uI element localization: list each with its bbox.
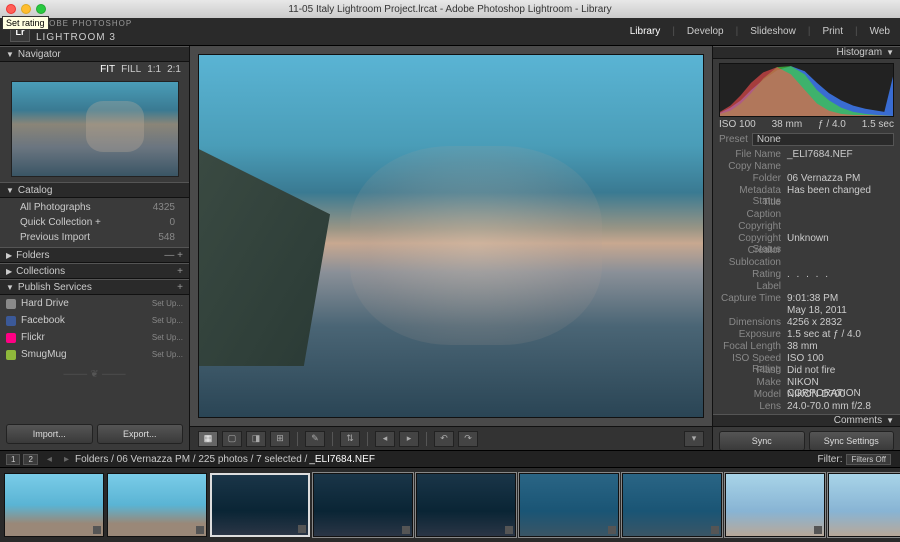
comments-header[interactable]: Comments▼ (713, 414, 900, 427)
second-window-toggle[interactable]: 2 (23, 454, 37, 465)
publish-flickr[interactable]: FlickrSet Up... (0, 329, 189, 346)
histo-focal: 38 mm (772, 119, 803, 130)
meta-copyright[interactable] (787, 221, 894, 231)
prev-photo-button[interactable]: ◂ (375, 431, 395, 447)
navigator-thumbnail[interactable] (11, 81, 179, 177)
loupe-view-button[interactable]: ▢ (222, 431, 242, 447)
module-web[interactable]: Web (870, 26, 890, 37)
main-window-toggle[interactable]: 1 (6, 454, 20, 465)
grid-view-button[interactable]: ▦ (198, 431, 218, 447)
publish-header[interactable]: ▼Publish Services+ (0, 279, 189, 295)
rotate-cw-button[interactable]: ↷ (458, 431, 478, 447)
filmstrip-thumb[interactable] (622, 473, 722, 537)
breadcrumb-file: _ELI7684.NEF (309, 454, 375, 465)
meta-rating[interactable]: . . . . . (787, 269, 894, 279)
publish-smugmug[interactable]: SmugMugSet Up... (0, 346, 189, 363)
survey-view-button[interactable]: ⊞ (270, 431, 290, 447)
meta-title[interactable] (787, 197, 894, 207)
catalog-header[interactable]: ▼Catalog (0, 182, 189, 198)
meta-exposure: 1.5 sec at ƒ / 4.0 (787, 329, 894, 339)
nav-fill[interactable]: FILL (121, 64, 141, 75)
histogram-header[interactable]: Histogram▼ (713, 46, 900, 59)
histo-shutter: 1.5 sec (862, 119, 894, 130)
meta-copyright-status[interactable]: Unknown (787, 233, 894, 243)
loupe-toolbar: ▦ ▢ ◨ ⊞ ✎ ⇅ ◂ ▸ ↶ ↷ ▾ (190, 426, 712, 450)
meta-sublocation[interactable] (787, 257, 894, 267)
collections-header[interactable]: ▶Collections+ (0, 263, 189, 279)
catalog-quick-collection[interactable]: Quick Collection +0 (0, 215, 189, 230)
catalog-previous-import[interactable]: Previous Import548 (0, 230, 189, 245)
histo-aperture: ƒ / 4.0 (818, 119, 846, 130)
preset-label: Preset (719, 134, 748, 145)
publish-hard-drive[interactable]: Hard DriveSet Up... (0, 295, 189, 312)
filmstrip-thumb[interactable] (416, 473, 516, 537)
nav-2to1[interactable]: 2:1 (167, 64, 181, 75)
sync-button[interactable]: Sync (719, 431, 805, 451)
meta-folder[interactable]: 06 Vernazza PM (787, 173, 894, 183)
main-photo-preview[interactable] (198, 54, 704, 418)
meta-capture-time[interactable]: 9:01:38 PM (787, 293, 894, 303)
meta-flash: Did not fire (787, 365, 894, 375)
breadcrumb-back[interactable]: ◂ (47, 454, 52, 465)
meta-model: NIKON D700 (787, 389, 894, 399)
panel-ornament: ⸻ ❦ ⸻ (0, 363, 189, 381)
export-button[interactable]: Export... (97, 424, 184, 444)
meta-iso: ISO 100 (787, 353, 894, 363)
meta-caption[interactable] (787, 209, 894, 219)
meta-lens: 24.0-70.0 mm f/2.8 (787, 401, 894, 411)
meta-filename[interactable]: _ELI7684.NEF (787, 149, 894, 159)
filmstrip-thumb[interactable] (107, 473, 207, 537)
publish-facebook[interactable]: FacebookSet Up... (0, 312, 189, 329)
module-print[interactable]: Print (822, 26, 843, 37)
catalog-all-photographs[interactable]: All Photographs4325 (0, 200, 189, 215)
filter-label: Filter: (817, 454, 842, 465)
filmstrip-thumb[interactable] (828, 473, 900, 537)
filmstrip-thumb[interactable] (4, 473, 104, 537)
filter-dropdown[interactable]: Filters Off (846, 454, 891, 465)
breadcrumb-path[interactable]: Folders / 06 Vernazza PM / 225 photos / … (75, 454, 307, 465)
tooltip: Set rating (2, 16, 49, 30)
painter-tool[interactable]: ✎ (305, 431, 325, 447)
module-library[interactable]: Library (630, 26, 661, 37)
filmstrip-thumb[interactable] (519, 473, 619, 537)
sort-direction[interactable]: ⇅ (340, 431, 360, 447)
meta-creator[interactable] (787, 245, 894, 255)
next-photo-button[interactable]: ▸ (399, 431, 419, 447)
nav-1to1[interactable]: 1:1 (147, 64, 161, 75)
sync-settings-button[interactable]: Sync Settings (809, 431, 895, 451)
filmstrip-thumb[interactable] (725, 473, 825, 537)
window-title: 11-05 Italy Lightroom Project.lrcat - Ad… (0, 4, 900, 15)
breadcrumb-fwd[interactable]: ▸ (64, 454, 69, 465)
import-button[interactable]: Import... (6, 424, 93, 444)
meta-status[interactable]: Has been changed (787, 185, 894, 195)
meta-focal-length: 38 mm (787, 341, 894, 351)
filmstrip[interactable] (0, 468, 900, 542)
app-name: ADOBE PHOTOSHOP LIGHTROOM 3 (36, 21, 132, 43)
toolbar-menu[interactable]: ▾ (684, 431, 704, 447)
module-slideshow[interactable]: Slideshow (750, 26, 796, 37)
nav-fit[interactable]: FIT (100, 64, 115, 75)
meta-copyname[interactable] (787, 161, 894, 171)
meta-make: NIKON CORPORATION (787, 377, 894, 387)
meta-capture-date: May 18, 2011 (787, 305, 894, 315)
filmstrip-thumb[interactable] (210, 473, 310, 537)
folders-header[interactable]: ▶Folders— + (0, 247, 189, 263)
rotate-ccw-button[interactable]: ↶ (434, 431, 454, 447)
preset-dropdown[interactable]: None (752, 133, 894, 146)
histogram-plot (719, 63, 894, 117)
histo-iso: ISO 100 (719, 119, 756, 130)
filmstrip-thumb[interactable] (313, 473, 413, 537)
navigator-header[interactable]: ▼Navigator (0, 46, 189, 62)
module-develop[interactable]: Develop (687, 26, 724, 37)
meta-dimensions: 4256 x 2832 (787, 317, 894, 327)
compare-view-button[interactable]: ◨ (246, 431, 266, 447)
meta-label[interactable] (787, 281, 894, 291)
